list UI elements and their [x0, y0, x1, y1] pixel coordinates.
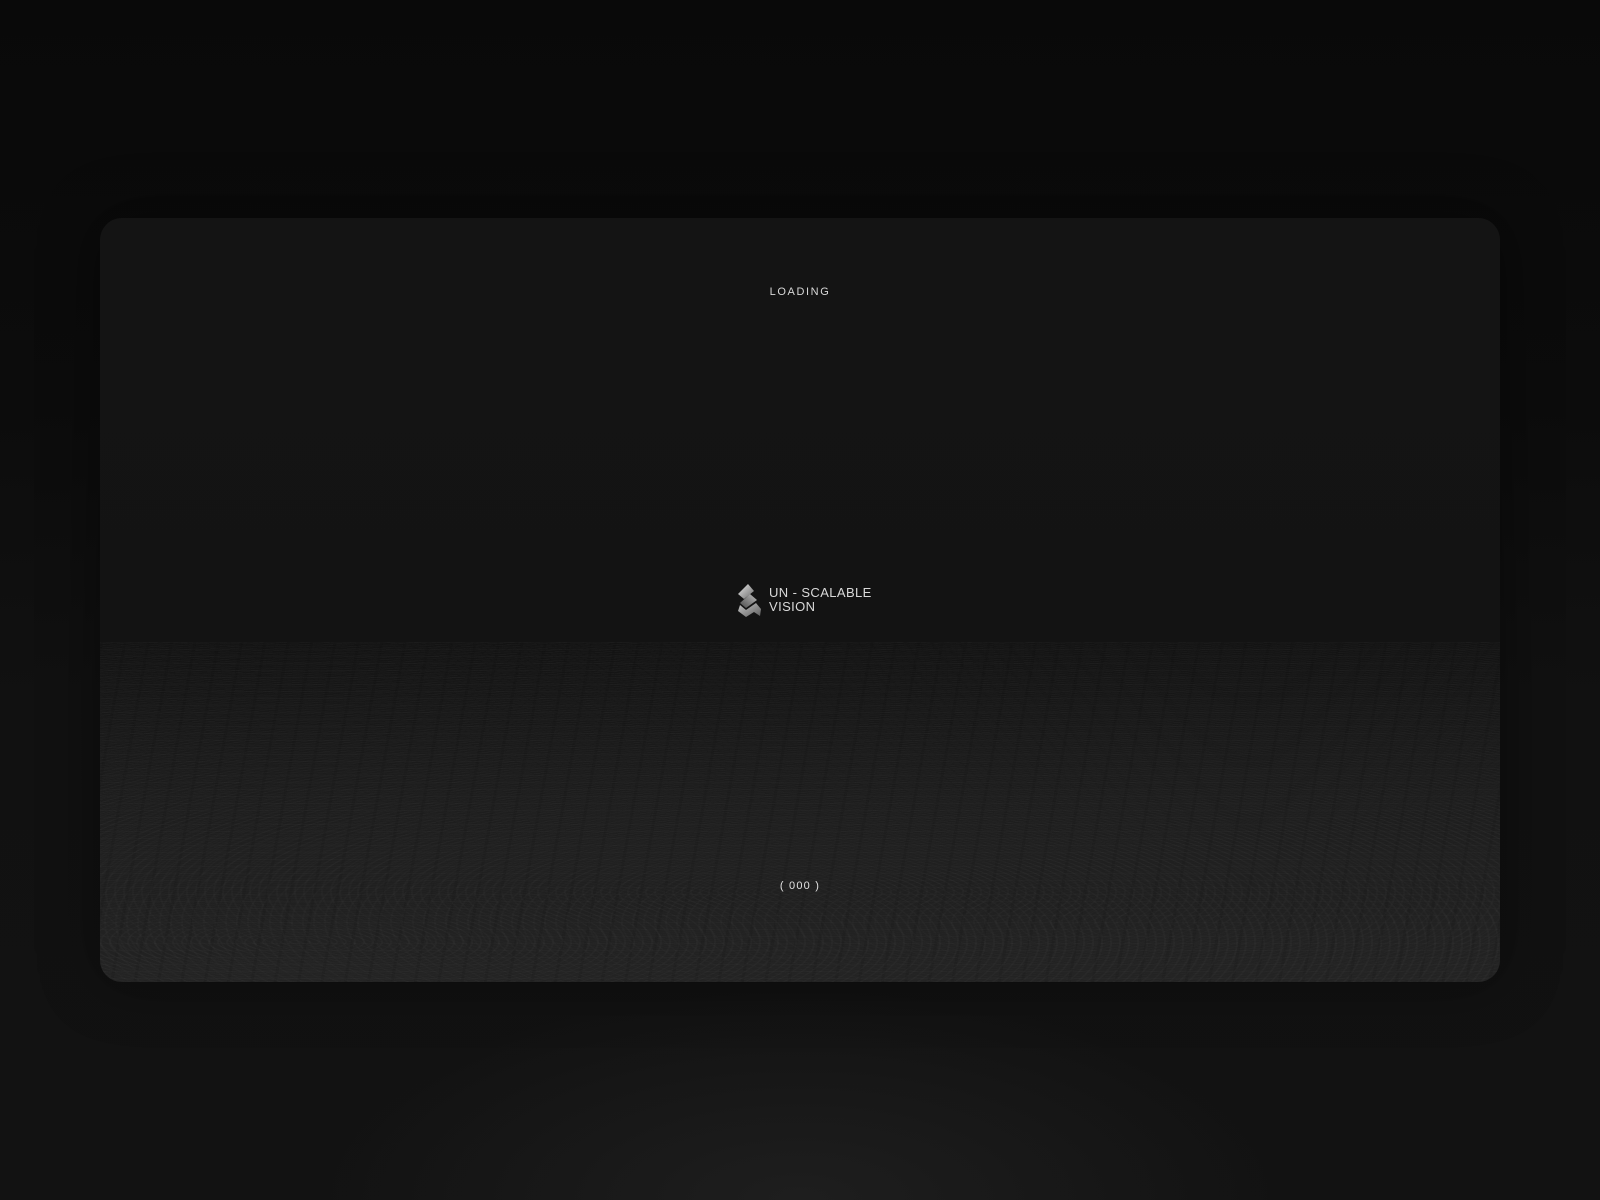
water-surface-background	[100, 642, 1500, 982]
loading-status-label: LOADING	[769, 286, 831, 298]
brand-wordmark-line2: VISION	[769, 599, 816, 614]
loading-screen: LOADING UN - SCALABLE VISION (000)	[0, 0, 1600, 1200]
brand-logo: UN - SCALABLE VISION	[736, 583, 872, 617]
brand-wordmark-line1: UN - SCALABLE	[769, 585, 872, 600]
loading-progress-counter: ( 000 )	[779, 880, 821, 892]
loader-frame: LOADING UN - SCALABLE VISION (000)	[100, 218, 1500, 982]
stacked-chevron-logo-icon	[738, 584, 761, 617]
brand-wordmark: UN - SCALABLE VISION	[769, 586, 872, 614]
